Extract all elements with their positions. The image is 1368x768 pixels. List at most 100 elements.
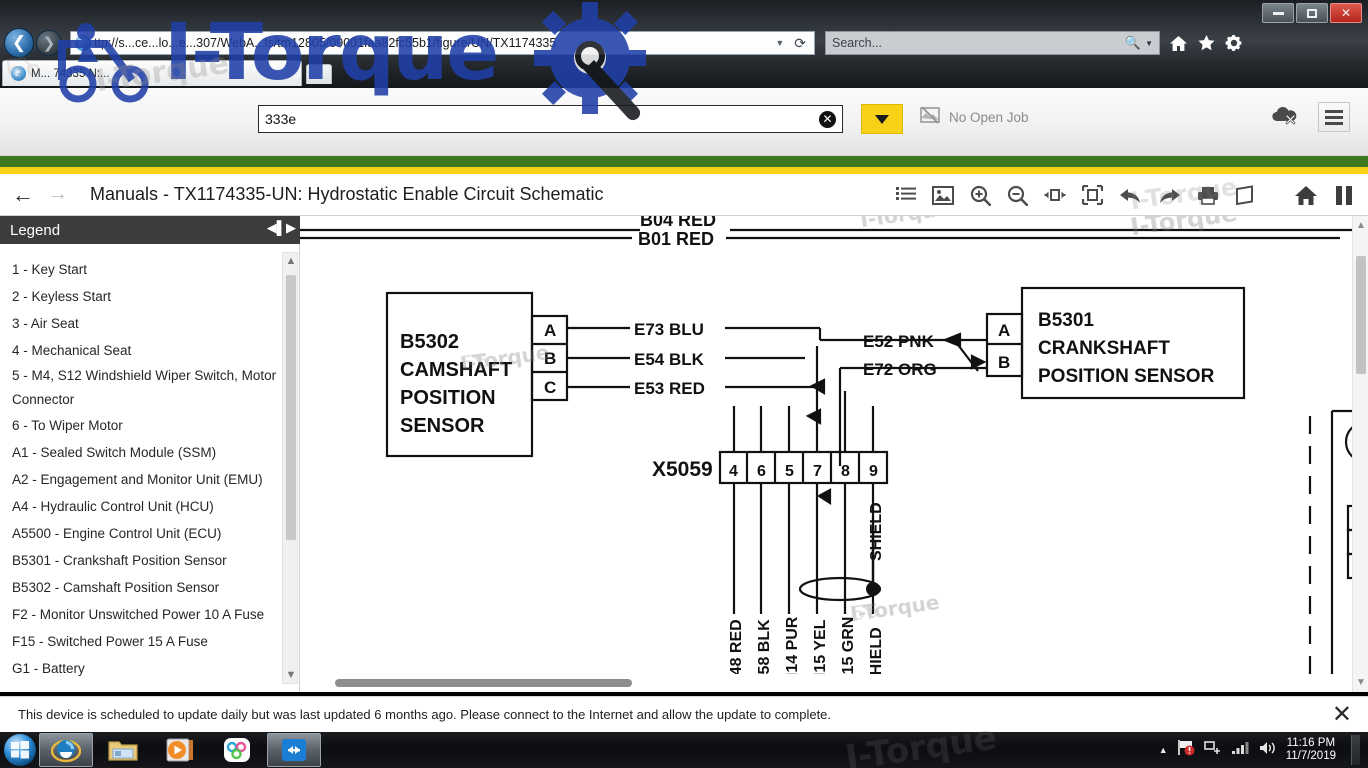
taskbar-item-file-explorer[interactable] <box>96 733 150 767</box>
chevron-down-icon[interactable]: ▼ <box>769 38 790 48</box>
browser-nav-row: ❮ ❯ ttp://s...ce...lo...e...307/WebA...l… <box>0 28 1368 58</box>
taskbar-item-teamviewer[interactable] <box>267 733 321 767</box>
close-button[interactable]: ✕ <box>1330 3 1362 23</box>
address-bar[interactable]: ttp://s...ce...lo...e...307/WebA...ls/tm… <box>70 31 815 55</box>
maximize-button[interactable] <box>1296 3 1328 23</box>
chevron-up-icon[interactable]: ▲ <box>1159 745 1168 755</box>
network-icon[interactable] <box>1203 739 1222 761</box>
scroll-down-icon[interactable]: ▼ <box>1356 677 1366 688</box>
windows-start-icon[interactable] <box>4 734 36 766</box>
legend-item[interactable]: 5 - M4, S12 Windshield Wiper Switch, Mot… <box>12 364 281 412</box>
caret-down-icon <box>875 114 889 124</box>
legend-item[interactable]: G1 - Battery <box>12 655 281 682</box>
print-icon[interactable] <box>1197 186 1219 205</box>
search-input[interactable] <box>265 111 819 127</box>
legend-item[interactable]: B5302 - Camshaft Position Sensor <box>12 574 281 601</box>
star-icon[interactable] <box>1197 34 1216 52</box>
collapse-panel-icon[interactable]: ◀▌▶ <box>267 220 296 236</box>
scroll-up-icon[interactable]: ▲ <box>285 255 297 267</box>
list-view-icon[interactable] <box>896 186 916 204</box>
scroll-up-icon[interactable]: ▲ <box>1356 220 1366 231</box>
signal-bars-icon[interactable] <box>1231 740 1249 760</box>
gear-icon[interactable] <box>1225 34 1243 52</box>
image-view-icon[interactable] <box>932 185 954 205</box>
legend-item[interactable]: A2 - Engagement and Monitor Unit (EMU) <box>12 466 281 493</box>
legend-item[interactable]: 3 - Air Seat <box>12 310 281 337</box>
schematic-canvas[interactable]: B04 RED B01 RED B5302 CAMSHAFT POSITION … <box>300 216 1368 692</box>
search-icon[interactable]: 🔍 <box>1125 35 1141 51</box>
broken-image-icon <box>920 105 940 130</box>
document-forward-button[interactable]: → <box>48 183 68 206</box>
block-b5302-line2: CAMSHAFT <box>400 359 512 381</box>
open-job-label: No Open Job <box>949 110 1029 125</box>
app-header-right <box>1270 102 1350 132</box>
legend-item[interactable]: A1 - Sealed Switch Module (SSM) <box>12 439 281 466</box>
legend-item[interactable]: F15 - Switched Power 15 A Fuse <box>12 628 281 655</box>
cloud-offline-icon[interactable] <box>1270 104 1298 131</box>
pin-c: C <box>544 378 556 397</box>
home-icon[interactable] <box>1294 185 1318 206</box>
clear-search-icon[interactable]: ✕ <box>819 110 836 128</box>
connector-pin: 8 <box>841 463 850 480</box>
hscroll-thumb[interactable] <box>335 679 632 687</box>
legend-item[interactable]: 4 - Mechanical Seat <box>12 337 281 364</box>
browser-back-button[interactable]: ❮ <box>4 28 34 58</box>
pin-b: B <box>544 349 556 368</box>
legend-item[interactable]: F2 - Monitor Unswitched Power 10 A Fuse <box>12 601 281 628</box>
legend-item[interactable]: A4 - Hydraulic Control Unit (HCU) <box>12 493 281 520</box>
pause-icon[interactable] <box>1334 185 1354 206</box>
clock-time: 11:16 PM <box>1286 737 1336 749</box>
scroll-down-icon[interactable]: ▼ <box>285 669 297 681</box>
redo-icon[interactable] <box>1158 186 1181 204</box>
clock[interactable]: 11:16 PM 11/7/2019 <box>1286 737 1336 763</box>
hamburger-menu-icon[interactable] <box>1318 102 1350 132</box>
search-dropdown-button[interactable] <box>861 104 903 134</box>
legend-item[interactable]: 6 - To Wiper Motor <box>12 412 281 439</box>
pin-a: A <box>544 321 556 340</box>
schematic-svg: B04 RED B01 RED B5302 CAMSHAFT POSITION … <box>300 216 1368 686</box>
chevron-down-icon[interactable]: ▼ <box>1145 39 1153 48</box>
volume-icon[interactable] <box>1258 740 1277 761</box>
legend-scroll-thumb[interactable] <box>286 275 296 540</box>
wire-label-e54: E54 BLK <box>634 350 705 369</box>
wire-label-e73: E73 BLU <box>634 320 704 339</box>
legend-scrollbar[interactable]: ▲ ▼ <box>282 252 298 684</box>
show-desktop-button[interactable] <box>1351 735 1360 765</box>
zoom-in-icon[interactable] <box>970 185 991 206</box>
block-b5301-line2: CRANKSHAFT <box>1038 338 1170 359</box>
legend-item[interactable]: 1 - Key Start <box>12 256 281 283</box>
taskbar-item-internet-explorer[interactable] <box>39 733 93 767</box>
legend-item[interactable]: 2 - Keyless Start <box>12 283 281 310</box>
browser-forward-button[interactable]: ❯ <box>36 30 62 56</box>
new-tab-button[interactable] <box>306 64 332 84</box>
minimize-button[interactable] <box>1262 3 1294 23</box>
legend-header: Legend ◀▌▶ <box>0 216 300 244</box>
vertical-scrollbar[interactable]: ▲ ▼ <box>1352 216 1368 692</box>
app-search-box[interactable]: ✕ <box>258 105 843 133</box>
document-back-button[interactable]: ← <box>12 182 34 208</box>
browser-search-box[interactable]: Search... 🔍 ▼ <box>825 31 1160 55</box>
browser-tab[interactable]: M... 74335 N:... <box>2 60 302 86</box>
refresh-icon[interactable]: ⟳ <box>790 35 810 52</box>
open-job-area[interactable]: No Open Job <box>920 105 1029 130</box>
wire-label-b04: B04 RED <box>640 216 716 230</box>
block-b5302-line3: POSITION <box>400 387 496 409</box>
action-center-flag-icon[interactable] <box>1177 739 1195 761</box>
horizontal-scrollbar[interactable] <box>300 674 1352 692</box>
fit-page-icon[interactable] <box>1082 185 1103 205</box>
zoom-out-icon[interactable] <box>1007 185 1028 206</box>
clock-date: 11/7/2019 <box>1285 750 1336 762</box>
pages-icon[interactable] <box>1235 185 1256 205</box>
wire-label-e72: E72 ORG <box>863 360 937 379</box>
legend-item[interactable]: B5301 - Crankshaft Position Sensor <box>12 547 281 574</box>
vscroll-thumb[interactable] <box>1356 256 1366 374</box>
fit-width-icon[interactable] <box>1044 185 1066 205</box>
close-icon[interactable]: ✕ <box>1332 701 1352 729</box>
home-icon[interactable] <box>1169 35 1188 52</box>
undo-icon[interactable] <box>1119 186 1142 204</box>
legend-item[interactable]: A5500 - Engine Control Unit (ECU) <box>12 520 281 547</box>
taskbar-item-media-player[interactable] <box>153 733 207 767</box>
page-title: Manuals - TX1174335-UN: Hydrostatic Enab… <box>90 184 604 204</box>
taskbar-item-app[interactable] <box>210 733 264 767</box>
address-text: ttp://s...ce...lo...e...307/WebA...ls/tm… <box>94 36 557 50</box>
